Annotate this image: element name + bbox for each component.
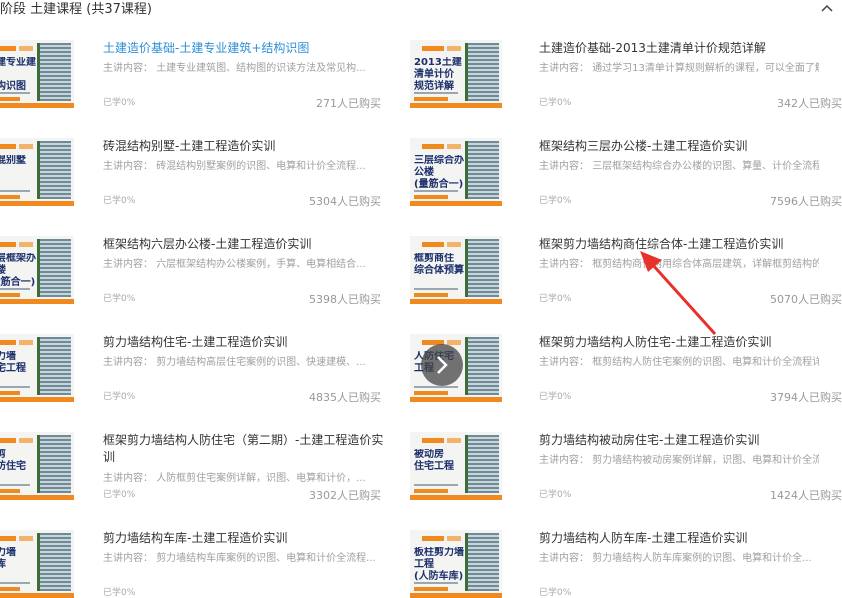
thumbnail-title: 被动房 住宅工程 bbox=[414, 449, 454, 472]
learned-progress: 已学0% bbox=[539, 392, 572, 402]
section-header: 阶段 土建课程 (共37课程) bbox=[0, 0, 842, 18]
course-title[interactable]: 土建造价基础-2013土建清单计价规范详解 bbox=[539, 40, 766, 57]
learned-progress: 已学0% bbox=[539, 98, 572, 108]
course-title[interactable]: 框架结构三层办公楼-土建工程造价实训 bbox=[539, 138, 747, 155]
learned-progress: 已学0% bbox=[103, 98, 136, 108]
course-description: 主讲内容： 六层框架结构办公楼案例，手算、电算相结合... bbox=[103, 259, 366, 270]
course-title[interactable]: 土建造价基础-土建专业建筑+结构识图 bbox=[103, 40, 309, 57]
course-title[interactable]: 剪力墙结构住宅-土建工程造价实训 bbox=[103, 334, 287, 351]
learned-progress: 已学0% bbox=[103, 196, 136, 206]
course-description: 主讲内容： 框剪结构商住两用综合体高层建筑，详解框剪结构的... bbox=[539, 259, 819, 270]
course-description: 主讲内容： 框剪结构人防住宅案例的识图、电算和计价全流程详... bbox=[539, 357, 819, 368]
course-thumbnail[interactable]: 砖混别墅 bbox=[0, 138, 74, 206]
course-title[interactable]: 剪力墙结构人防车库-土建工程造价实训 bbox=[539, 530, 747, 547]
thumbnail-title: 框剪商住 综合体预算 bbox=[414, 253, 464, 276]
course-title[interactable]: 剪力墙结构被动房住宅-土建工程造价实训 bbox=[539, 432, 759, 449]
course-thumbnail[interactable]: 三层综合办公楼 (量筋合一) bbox=[410, 138, 502, 206]
thumbnail-title: 2013土建清单计价 规范详解 bbox=[414, 57, 462, 92]
carousel-next-button[interactable] bbox=[421, 344, 463, 386]
course-description: 主讲内容： 人防框剪住宅案例详解，识图、电算和计价，... bbox=[103, 473, 366, 484]
learned-progress: 已学0% bbox=[539, 490, 572, 500]
buyer-count: 271人已购买 bbox=[316, 97, 381, 110]
course-title[interactable]: 框架结构六层办公楼-土建工程造价实训 bbox=[103, 236, 311, 253]
course-description: 主讲内容： 剪力墙结构高层住宅案例的识图、快速建模、... bbox=[103, 357, 366, 368]
learned-progress: 已学0% bbox=[103, 490, 136, 500]
course-description: 主讲内容： 剪力墙结构人防车库案例的识图、电算和计价全... bbox=[539, 553, 812, 564]
course-thumbnail[interactable]: 板柱剪力墙工程 (人防车库) bbox=[410, 530, 502, 598]
buyer-count: 4835人已购买 bbox=[309, 391, 381, 404]
course-title[interactable]: 框架剪力墙结构人防住宅-土建工程造价实训 bbox=[539, 334, 771, 351]
thumbnail-title: 剪力墙 住宅工程 bbox=[0, 351, 26, 374]
course-thumbnail[interactable]: 土建专业建筑 结构识图 bbox=[0, 40, 74, 108]
course-thumbnail[interactable]: 剪力墙 住宅工程 bbox=[0, 334, 74, 402]
course-title[interactable]: 剪力墙结构车库-土建工程造价实训 bbox=[103, 530, 287, 547]
course-thumbnail[interactable]: 六层框架办公楼 (量筋合一) bbox=[0, 236, 74, 304]
thumbnail-title: 三层综合办公楼 (量筋合一) bbox=[414, 155, 464, 190]
course-description: 主讲内容： 剪力墙结构车库案例的识图、电算和计价全流程... bbox=[103, 553, 376, 564]
buyer-count: 1424人已购买 bbox=[770, 489, 842, 502]
course-thumbnail[interactable]: 剪力墙 车库 bbox=[0, 530, 74, 598]
course-title[interactable]: 框架剪力墙结构商住综合体-土建工程造价实训 bbox=[539, 236, 783, 253]
course-description: 主讲内容： 三层框架结构综合办公楼的识图、算量、计价全流程... bbox=[539, 161, 819, 172]
course-thumbnail[interactable]: 被动房 住宅工程 bbox=[410, 432, 502, 500]
course-description: 主讲内容： 通过学习13清单计算规则解析的课程，可以全面了解土建专业的... bbox=[539, 63, 819, 74]
buyer-count: 5304人已购买 bbox=[309, 195, 381, 208]
course-thumbnail[interactable]: 框剪商住 综合体预算 bbox=[410, 236, 502, 304]
buyer-count: 3794人已购买 bbox=[770, 391, 842, 404]
course-description: 主讲内容： 剪力墙结构被动房案例详解，识图、电算和计价全流... bbox=[539, 455, 819, 466]
course-thumbnail[interactable]: 2013土建清单计价 规范详解 bbox=[410, 40, 502, 108]
buyer-count: 5070人已购买 bbox=[770, 293, 842, 306]
chevron-up-icon[interactable] bbox=[817, 0, 837, 17]
learned-progress: 已学0% bbox=[539, 294, 572, 304]
buyer-count: 3302人已购买 bbox=[309, 489, 381, 502]
buyer-count: 5398人已购买 bbox=[309, 293, 381, 306]
buyer-count: 342人已购买 bbox=[777, 97, 842, 110]
course-title[interactable]: 砖混结构别墅-土建工程造价实训 bbox=[103, 138, 275, 155]
thumbnail-title: 砖混别墅 bbox=[0, 155, 26, 166]
section-title: 阶段 土建课程 (共37课程) bbox=[0, 2, 152, 17]
course-thumbnail[interactable]: 框剪 人防住宅 bbox=[0, 432, 74, 500]
learned-progress: 已学0% bbox=[539, 196, 572, 206]
buyer-count: 7596人已购买 bbox=[770, 195, 842, 208]
thumbnail-title: 板柱剪力墙工程 (人防车库) bbox=[414, 547, 464, 582]
course-title[interactable]: 框架剪力墙结构人防住宅（第二期）-土建工程造价实训 bbox=[103, 432, 393, 466]
learned-progress: 已学0% bbox=[103, 294, 136, 304]
learned-progress: 已学0% bbox=[103, 392, 136, 402]
thumbnail-title: 剪力墙 车库 bbox=[0, 547, 16, 570]
course-description: 主讲内容： 砖混结构别墅案例的识图、电算和计价全流程... bbox=[103, 161, 366, 172]
thumbnail-title: 土建专业建筑 结构识图 bbox=[0, 57, 36, 92]
thumbnail-title: 框剪 人防住宅 bbox=[0, 449, 26, 472]
thumbnail-title: 六层框架办公楼 (量筋合一) bbox=[0, 253, 36, 288]
course-description: 主讲内容： 土建专业建筑图、结构图的识读方法及常见构... bbox=[103, 63, 366, 74]
chevron-right-icon bbox=[437, 356, 448, 374]
